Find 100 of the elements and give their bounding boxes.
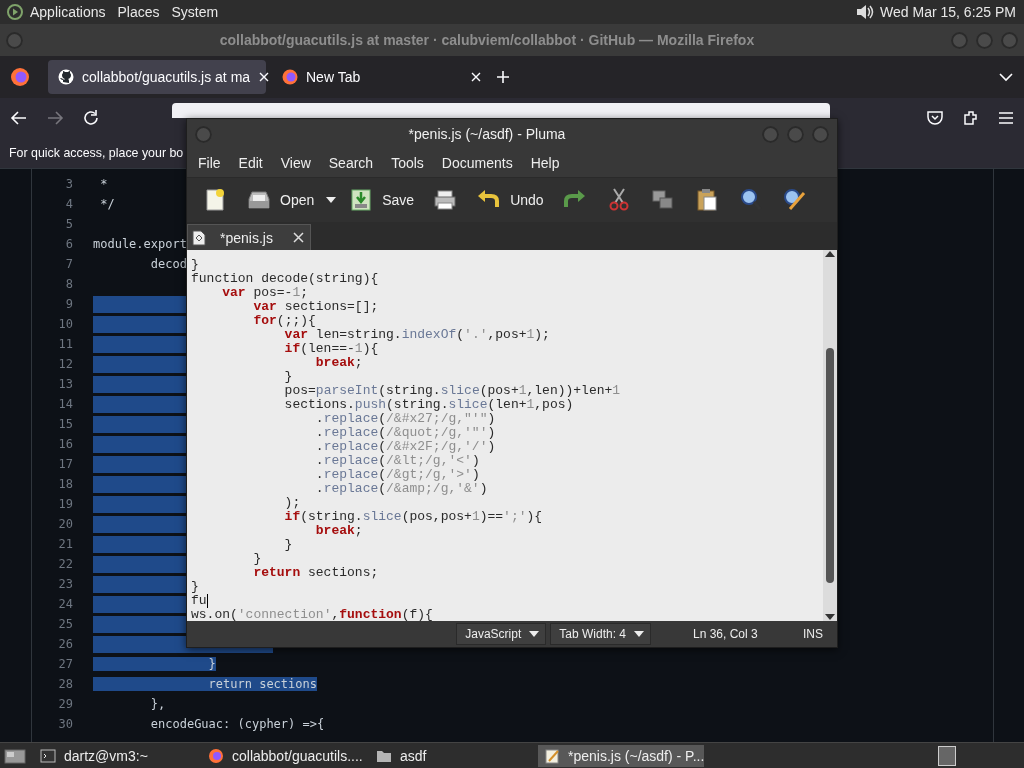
menu-item[interactable]: View: [271, 155, 320, 171]
printer-icon: [432, 187, 459, 213]
code-line: return sections;: [252, 566, 379, 580]
scrollbar[interactable]: [823, 250, 837, 621]
code-line: function decode(string){: [191, 272, 379, 286]
caret-icon: [634, 631, 644, 637]
language-dropdown[interactable]: JavaScript: [456, 623, 547, 645]
forward-icon[interactable]: [46, 109, 64, 127]
taskbar-item[interactable]: asdf: [370, 744, 536, 767]
browser-logo-icon: [208, 747, 224, 764]
code-line: decod: [149, 257, 187, 271]
site-icon: [58, 69, 74, 85]
code-line: for(;;){: [252, 314, 316, 328]
code-line: *: [99, 177, 108, 191]
address-field[interactable]: [172, 103, 830, 118]
line-number: 19: [57, 497, 74, 511]
line-number: 20: [57, 517, 74, 531]
back-icon[interactable]: [10, 109, 28, 127]
code-line: var sections=[];: [252, 300, 379, 314]
menu-item[interactable]: File: [189, 155, 230, 171]
code-line: pos=parseInt(string.slice(pos+1,len))+len+1: [283, 384, 621, 398]
notepad-icon: [544, 747, 560, 764]
search-replace-icon: [781, 187, 808, 213]
line-number: 3: [64, 177, 74, 191]
line-number: 11: [57, 337, 74, 351]
clock[interactable]: Wed Mar 15, 6:25 PM: [880, 4, 1018, 20]
code-line: break;: [314, 356, 363, 370]
line-number: 22: [57, 557, 74, 571]
panel-menu[interactable]: System: [165, 4, 225, 20]
code-line: );: [283, 496, 301, 510]
app-menu-icon: [6, 3, 24, 21]
text-editor[interactable]: [187, 250, 823, 621]
code-line: encodeGuac: (cypher) =>{: [149, 717, 325, 731]
desktop-icon[interactable]: [4, 746, 26, 765]
close-icon[interactable]: [258, 71, 271, 83]
menu-item[interactable]: Search: [319, 155, 383, 171]
menu-item[interactable]: Help: [521, 155, 569, 171]
line-number: 10: [57, 317, 74, 331]
taskbar-item[interactable]: *penis.js (~/asdf) - P...: [538, 744, 704, 767]
line-number: 15: [57, 417, 74, 431]
code-line: .replace(/&lt;/g,'<'): [314, 454, 480, 468]
code-line: var pos=-1;: [221, 286, 309, 300]
heart-shield-icon[interactable]: [926, 109, 944, 127]
code-line: .replace(/&amp;/g,'&'): [314, 482, 488, 496]
reload-icon[interactable]: [82, 109, 100, 127]
undo-button[interactable]: Undo: [469, 182, 551, 218]
line-number: 12: [57, 357, 74, 371]
code-line: .replace(/&gt;/g,'>'): [314, 468, 480, 482]
menu-item[interactable]: Tools: [382, 155, 433, 171]
code-line: sections.push(string.slice(len+1,pos): [283, 398, 574, 412]
panel-menu[interactable]: Places: [111, 4, 166, 20]
code-line: .replace(/&quot;/g,'"'): [314, 426, 496, 440]
code-line: break;: [314, 524, 363, 538]
menu-icon[interactable]: [998, 110, 1014, 126]
code-line: }: [191, 258, 199, 272]
taskbar-item[interactable]: dartz@vm3:~: [34, 744, 200, 767]
browser-logo-icon: [282, 69, 298, 85]
line-number: 23: [57, 577, 74, 591]
code-line: */: [99, 197, 115, 211]
line-number: 25: [57, 617, 74, 631]
line-number: 13: [57, 377, 74, 391]
browser-tab[interactable]: collabbot/guacutils.js at ma: [48, 60, 266, 94]
code-line: }: [191, 580, 199, 594]
caret-icon[interactable]: [325, 196, 338, 204]
code-line: .replace(/&#x27;/g,"'"): [314, 412, 496, 426]
browser-logo-icon[interactable]: [10, 67, 30, 87]
bookmarks-hint: For quick access, place your bo: [9, 146, 184, 160]
line-number: 17: [57, 457, 74, 471]
window-title: *penis.js (~/asdf) - Pluma: [407, 126, 567, 142]
code-line: }: [283, 538, 293, 552]
panel-menu[interactable]: Applications: [24, 4, 112, 20]
code-line: .replace(/&#x2F;/g,'/'): [314, 440, 496, 454]
code-line: }: [283, 370, 293, 384]
save-button[interactable]: Save: [341, 182, 422, 218]
document-icon: [192, 229, 206, 246]
browser-tab[interactable]: New Tab: [272, 60, 490, 94]
puzzle-icon[interactable]: [962, 109, 980, 127]
line-number: 24: [57, 597, 74, 611]
code-line: var len=string.indexOf('.',pos+1);: [283, 328, 550, 342]
plus-icon[interactable]: [496, 70, 510, 84]
line-number: 8: [64, 277, 74, 291]
close-icon[interactable]: [293, 232, 304, 243]
insert-mode: INS: [803, 627, 823, 641]
code-line: fu: [191, 594, 207, 608]
document-tab[interactable]: *penis.js: [187, 224, 311, 250]
tab-width-dropdown[interactable]: Tab Width: 4: [550, 623, 651, 645]
window-title: collabbot/guacutils.js at master · calubviem/collabbot · GitHub — Mozilla Firefox: [218, 32, 756, 48]
line-number: 21: [57, 537, 74, 551]
code-line: if(len==-1){: [283, 342, 379, 356]
line-number: 26: [57, 637, 74, 651]
menu-item[interactable]: Documents: [432, 155, 522, 171]
line-number: 7: [64, 257, 74, 271]
menu-item[interactable]: Edit: [229, 155, 272, 171]
line-number: 30: [57, 717, 74, 731]
taskbar-item[interactable]: collabbot/guacutils....: [202, 744, 368, 767]
open-button[interactable]: Open: [239, 182, 322, 218]
speaker-icon: [854, 2, 875, 22]
terminal-icon: [40, 747, 56, 764]
workspace-switcher[interactable]: [938, 745, 956, 766]
line-number: 16: [57, 437, 74, 451]
